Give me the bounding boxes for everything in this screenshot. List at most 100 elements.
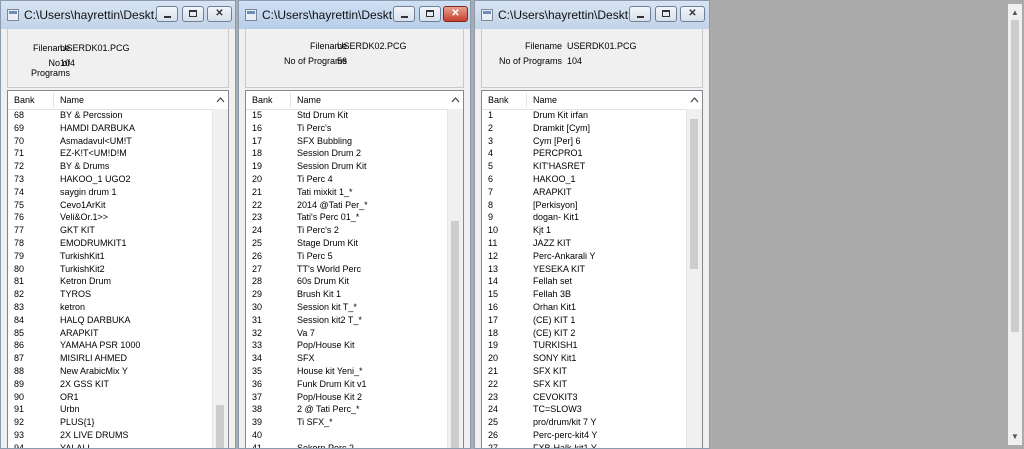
scroll-down-icon[interactable]: ▼ [1011,432,1019,441]
column-header-name[interactable]: Name [297,95,321,105]
list-item[interactable]: 22 2014 @Tati Per_* [246,199,448,212]
list-item[interactable]: 33 Pop/House Kit [246,339,448,352]
column-header-name[interactable]: Name [60,95,84,105]
list-item[interactable]: 81 Ketron Drum [8,275,213,288]
list-item[interactable]: 3 Cym [Per] 6 [482,135,687,148]
column-header-bank[interactable]: Bank [488,95,509,105]
list-item[interactable]: 23 Tati's Perc 01_* [246,211,448,224]
list-item[interactable]: 27 TT's World Perc [246,263,448,276]
list-item[interactable]: 31 Session kit2 T_* [246,314,448,327]
list-item[interactable]: 92 PLUS{1} [8,416,213,429]
list-item[interactable]: 71 EZ-K!T<UM!D!M [8,147,213,160]
scrollbar-thumb[interactable] [451,221,459,448]
list-item[interactable]: 4 PERCPRO1 [482,147,687,160]
list-item[interactable]: 76 Veli&Or.1>> [8,211,213,224]
list-item[interactable]: 87 MISIRLI AHMED [8,352,213,365]
list-item[interactable]: 13 YESEKA KIT [482,263,687,276]
maximize-button[interactable] [419,6,441,22]
list-item[interactable]: 19 Session Drum Kit [246,160,448,173]
list-item[interactable]: 25 Stage Drum Kit [246,237,448,250]
list-item[interactable]: 85 ARAPKIT [8,327,213,340]
list-item[interactable]: 23 CEVOKIT3 [482,391,687,404]
scrollbar-thumb[interactable] [690,119,698,269]
list-item[interactable]: 5 KIT'HASRET [482,160,687,173]
list-item[interactable]: 84 HALQ DARBUKA [8,314,213,327]
list-item[interactable]: 10 Kįt 1 [482,224,687,237]
list-rows[interactable]: 15 Std Drum Kit 16 Ti Perc's 17 SFX Bubbling 1… [246,109,448,448]
list-item[interactable]: 38 2 @ Tati Perc_* [246,403,448,416]
minimize-button[interactable] [156,6,178,22]
list-item[interactable]: 12 Perc-Ankarali Y [482,250,687,263]
list-item[interactable]: 15 Fellah 3B [482,288,687,301]
list-item[interactable]: 68 BY & Percssion [8,109,213,122]
list-item[interactable]: 35 House kit Yeni_* [246,365,448,378]
list-item[interactable]: 82 TYROS [8,288,213,301]
list-item[interactable]: 20 Ti Perc 4 [246,173,448,186]
scrollbar-thumb[interactable] [216,405,224,448]
column-divider[interactable] [526,93,527,107]
list-item[interactable]: 19 TURKISH1 [482,339,687,352]
list-item[interactable]: 21 SFX KIT [482,365,687,378]
list-item[interactable]: 18 (CE) KIT 2 [482,327,687,340]
list-item[interactable]: 26 Ti Perc 5 [246,250,448,263]
list-item[interactable]: 77 GKT KIT [8,224,213,237]
title-bar[interactable]: C:\Users\hayrettin\Deskt... ✕ [239,1,470,29]
list-item[interactable]: 2 Dramkit [Cym] [482,122,687,135]
column-header-name[interactable]: Name [533,95,557,105]
program-window-2[interactable]: C:\Users\hayrettin\Deskt... ✕ Filename U… [238,0,471,449]
list-item[interactable]: 1 Drum Kit irfan [482,109,687,122]
list-item[interactable]: 83 ketron [8,301,213,314]
vertical-scrollbar[interactable] [447,109,463,448]
list-item[interactable]: 20 SONY Kit1 [482,352,687,365]
list-item[interactable]: 40 [246,429,448,442]
list-item[interactable]: 88 New ArabicMix Y [8,365,213,378]
close-button[interactable]: ✕ [443,6,468,22]
list-item[interactable]: 29 Brush Kit 1 [246,288,448,301]
list-item[interactable]: 22 SFX KIT [482,378,687,391]
list-item[interactable]: 89 2X GSS KIT [8,378,213,391]
list-item[interactable]: 86 YAMAHA PSR 1000 [8,339,213,352]
list-item[interactable]: 69 HAMDI DARBUKA [8,122,213,135]
program-list[interactable]: Bank Name 68 BY & Percssion 69 HAMDI DARBUK… [7,90,229,448]
scroll-up-icon[interactable]: ▲ [1011,8,1019,17]
list-item[interactable]: 78 EMODRUMKIT1 [8,237,213,250]
program-window-1[interactable]: C:\Users\hayrettin\Deskt... ✕ Filename U… [0,0,236,449]
list-item[interactable]: 16 Orhan Kit1 [482,301,687,314]
maximize-button[interactable] [182,6,204,22]
maximize-button[interactable] [655,6,677,22]
list-item[interactable]: 16 Ti Perc's [246,122,448,135]
list-item[interactable]: 26 Perc-perc-kit4 Y [482,429,687,442]
list-item[interactable]: 7 ARAPKIT [482,186,687,199]
list-item[interactable]: 17 (CE) KIT 1 [482,314,687,327]
vertical-scrollbar[interactable] [212,109,228,448]
list-rows[interactable]: 68 BY & Percssion 69 HAMDI DARBUKA 70 Asmadav… [8,109,213,448]
column-header-bank[interactable]: Bank [14,95,35,105]
list-item[interactable]: 24 Ti Perc's 2 [246,224,448,237]
list-item[interactable]: 79 TurkishKit1 [8,250,213,263]
list-item[interactable]: 93 2X LIVE DRUMS [8,429,213,442]
list-item[interactable]: 72 BY & Drums [8,160,213,173]
title-bar[interactable]: C:\Users\hayrettin\Deskt... ✕ [1,1,235,29]
list-item[interactable]: 30 Session kit T_* [246,301,448,314]
desktop-vertical-scrollbar[interactable]: ▲ ▼ [1008,4,1022,445]
list-item[interactable]: 25 pro/drum/kit 7 Y [482,416,687,429]
column-divider[interactable] [53,93,54,107]
program-list[interactable]: Bank Name 15 Std Drum Kit 16 Ti Perc's 17 SFX… [245,90,464,448]
list-item[interactable]: 70 Asmadavul<UM!T [8,135,213,148]
list-item[interactable]: 73 HAKOO_1 UGO2 [8,173,213,186]
list-item[interactable]: 6 HAKOO_1 [482,173,687,186]
list-item[interactable]: 94 YALALI [8,442,213,448]
list-item[interactable]: 90 OR1 [8,391,213,404]
program-list[interactable]: Bank Name 1 Drum Kit irfan 2 Dramkit [Cym] 3… [481,90,703,448]
list-item[interactable]: 24 TC=SLOW3 [482,403,687,416]
list-item[interactable]: 21 Tati mixkit 1_* [246,186,448,199]
list-item[interactable]: 34 SFX [246,352,448,365]
list-rows[interactable]: 1 Drum Kit irfan 2 Dramkit [Cym] 3 Cym [Per] … [482,109,687,448]
vertical-scrollbar[interactable] [686,109,702,448]
desktop-scrollbar-thumb[interactable] [1011,20,1019,332]
list-item[interactable]: 15 Std Drum Kit [246,109,448,122]
list-item[interactable]: 80 TurkishKit2 [8,263,213,276]
close-button[interactable]: ✕ [207,6,232,22]
list-item[interactable]: 18 Session Drum 2 [246,147,448,160]
list-item[interactable]: 36 Funk Drum Kit v1 [246,378,448,391]
